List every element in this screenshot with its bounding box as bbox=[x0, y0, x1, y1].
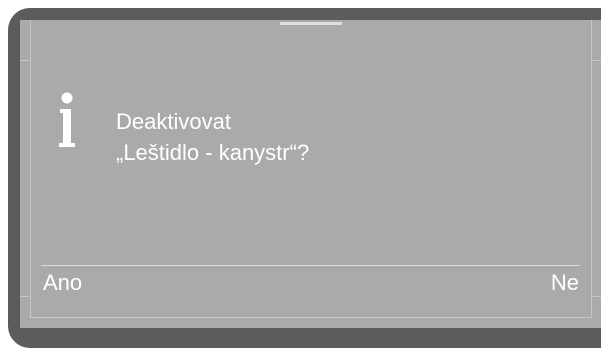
dialog-frame bbox=[30, 20, 592, 318]
softkey-divider bbox=[41, 265, 580, 266]
dialog-message: Deaktivovat „Leštidlo - kanystr“? bbox=[116, 106, 309, 168]
message-line-1: Deaktivovat bbox=[116, 109, 231, 134]
no-button[interactable]: Ne bbox=[549, 268, 581, 298]
frame-tick-right-top bbox=[592, 60, 601, 61]
yes-button[interactable]: Ano bbox=[41, 268, 84, 298]
frame-tick-left-bottom bbox=[20, 296, 29, 297]
scroll-indicator bbox=[280, 22, 342, 25]
info-icon bbox=[59, 92, 75, 147]
frame-tick-left-top bbox=[20, 60, 29, 61]
frame-tick-right-bottom bbox=[592, 296, 601, 297]
message-line-2: „Leštidlo - kanystr“? bbox=[116, 140, 310, 165]
display-screen: Deaktivovat „Leštidlo - kanystr“? Ano Ne bbox=[20, 20, 601, 328]
